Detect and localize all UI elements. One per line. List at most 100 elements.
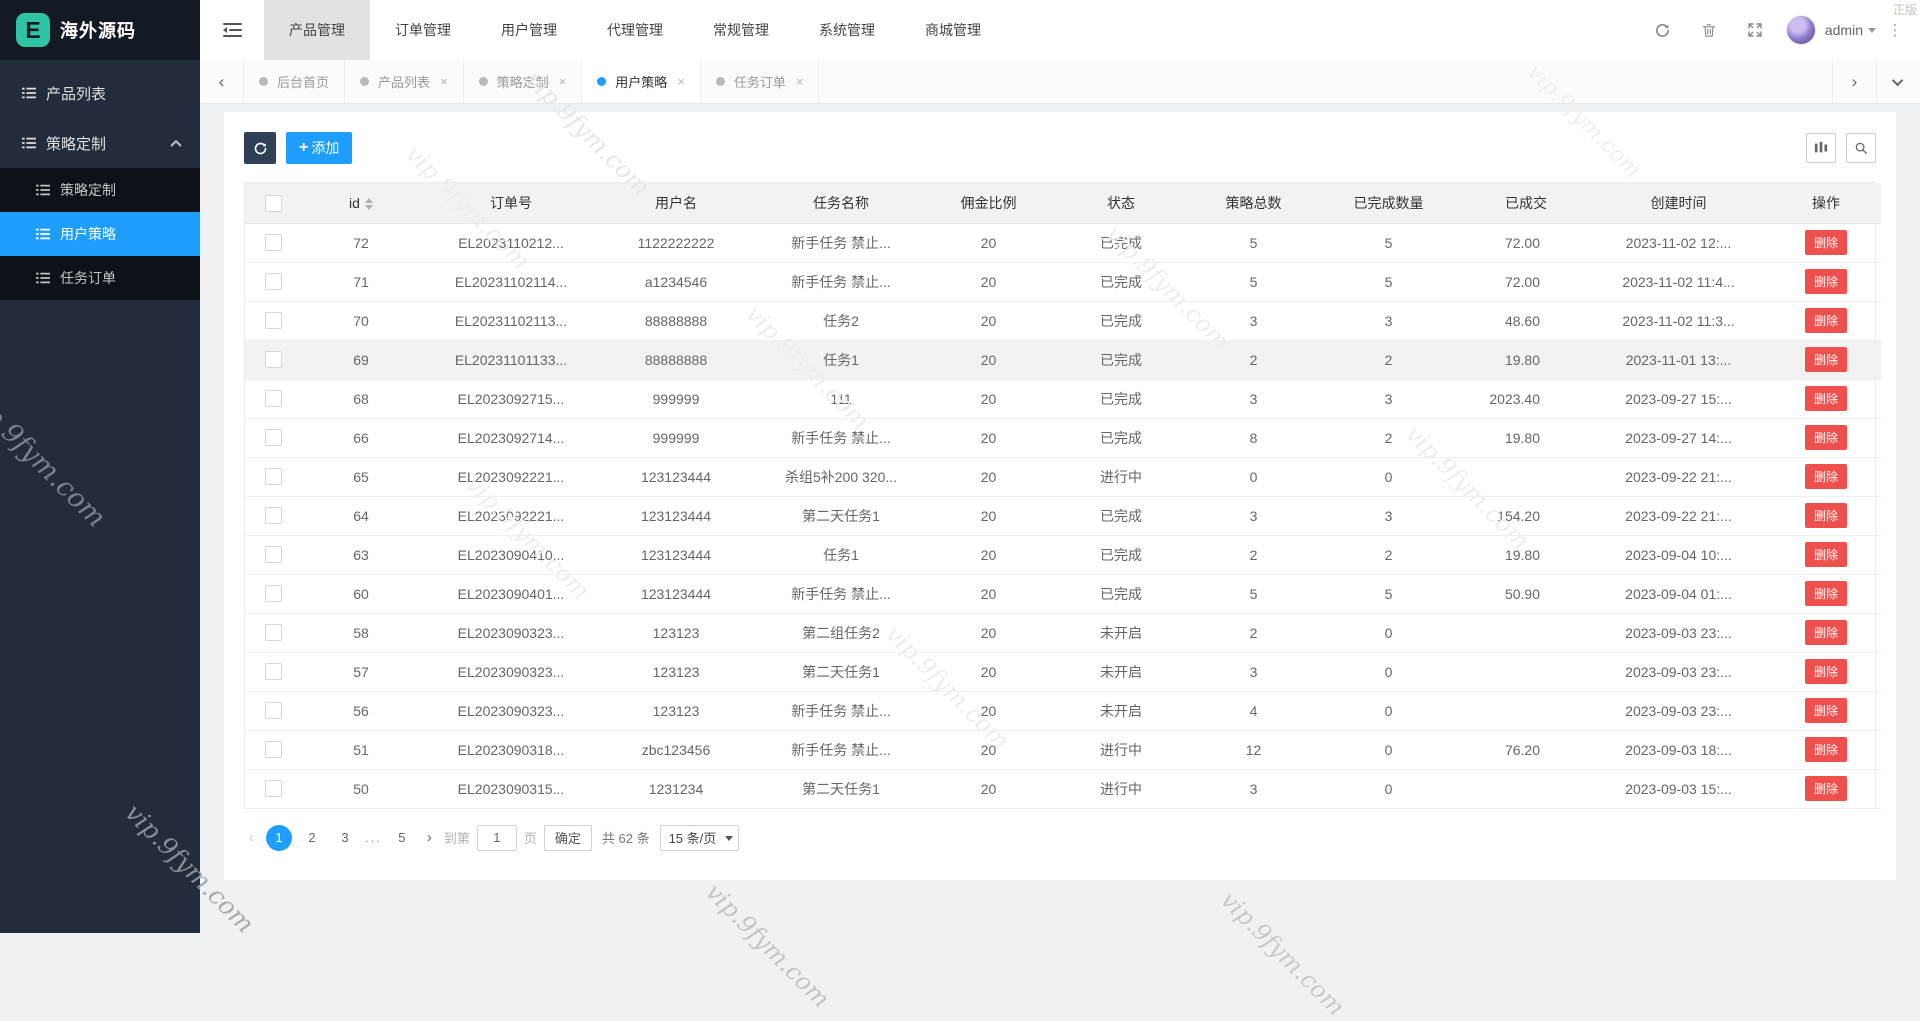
page-number-3[interactable]: 3	[332, 825, 358, 851]
refresh-icon[interactable]	[1640, 0, 1686, 60]
delete-button[interactable]: 删除	[1804, 542, 1847, 567]
row-checkbox[interactable]	[264, 546, 282, 564]
cell-action: 删除	[1771, 613, 1881, 653]
tab-dot-icon	[478, 77, 488, 86]
cell-username: a1234546	[601, 262, 751, 302]
topnav-item-常规管理[interactable]: 常规管理	[688, 0, 794, 60]
delete-button[interactable]: 删除	[1804, 776, 1847, 801]
delete-button[interactable]: 删除	[1804, 620, 1847, 645]
row-checkbox[interactable]	[264, 624, 282, 642]
row-checkbox[interactable]	[264, 468, 282, 486]
tabs-menu-icon[interactable]	[1876, 60, 1920, 103]
row-checkbox[interactable]	[264, 390, 282, 408]
page-number-2[interactable]: 2	[299, 825, 325, 851]
page-next-icon[interactable]: ›	[422, 829, 437, 846]
column-header-状态: 状态	[1046, 183, 1196, 224]
delete-button[interactable]: 删除	[1804, 464, 1847, 489]
page-prev-icon[interactable]: ‹	[244, 829, 259, 846]
logo-icon: E	[16, 13, 50, 47]
topnav-item-用户管理[interactable]: 用户管理	[476, 0, 582, 60]
delete-button[interactable]: 删除	[1804, 698, 1847, 723]
delete-button[interactable]: 删除	[1804, 230, 1847, 255]
sort-icon[interactable]	[364, 198, 373, 211]
tab-close-icon[interactable]: ×	[559, 74, 567, 89]
topnav-item-订单管理[interactable]: 订单管理	[370, 0, 476, 60]
sidebar-item-策略定制[interactable]: 策略定制	[0, 118, 200, 168]
add-button[interactable]: + 添加	[286, 132, 353, 164]
tab-label: 用户策略	[615, 75, 668, 90]
sidebar-item-产品列表[interactable]: 产品列表	[0, 68, 200, 118]
row-checkbox[interactable]	[264, 663, 282, 681]
row-checkbox[interactable]	[264, 585, 282, 603]
sidebar-item-策略定制[interactable]: 策略定制	[0, 168, 200, 212]
row-checkbox[interactable]	[264, 702, 282, 720]
table-row: 71 EL20231102114... a1234546 新手任务 禁止... 20 已完…	[245, 262, 1881, 302]
clear-cache-icon[interactable]	[1686, 0, 1732, 60]
cell-action: 删除	[1771, 223, 1881, 263]
user-dropdown[interactable]: admin	[1785, 15, 1876, 45]
row-checkbox[interactable]	[264, 351, 282, 369]
app-title: 海外源码	[60, 21, 136, 41]
column-header-id[interactable]: id	[301, 183, 421, 224]
fullscreen-icon[interactable]	[1732, 0, 1778, 60]
tab-close-icon[interactable]: ×	[440, 74, 448, 89]
cell-amount: 19.80	[1466, 535, 1586, 575]
tab-策略定制[interactable]: 策略定制 ×	[464, 60, 583, 103]
delete-button[interactable]: 删除	[1804, 659, 1847, 684]
sidebar-item-用户策略[interactable]: 用户策略	[0, 212, 200, 256]
page-size-select[interactable]: 15 条/页	[659, 824, 740, 851]
topnav-item-产品管理[interactable]: 产品管理	[264, 0, 370, 60]
row-checkbox[interactable]	[264, 234, 282, 252]
list-icon	[36, 271, 50, 285]
goto-page-input[interactable]	[476, 824, 517, 851]
row-checkbox[interactable]	[264, 429, 282, 447]
cell-task: 任务1	[751, 535, 931, 575]
delete-button[interactable]: 删除	[1804, 737, 1847, 762]
delete-button[interactable]: 删除	[1804, 269, 1847, 294]
cell-action: 删除	[1771, 457, 1881, 497]
delete-button[interactable]: 删除	[1804, 425, 1847, 450]
refresh-table-button[interactable]	[244, 132, 276, 164]
page-number-5[interactable]: 5	[389, 825, 415, 851]
delete-button[interactable]: 删除	[1804, 308, 1847, 333]
cell-total: 0	[1196, 457, 1311, 497]
table-row: 63 EL2023090410... 123123444 任务1 20 已完成 2 2 19.8…	[245, 535, 1881, 575]
row-checkbox[interactable]	[264, 741, 282, 759]
tab-用户策略[interactable]: 用户策略 ×	[582, 60, 701, 103]
tabs-scroll-right-icon[interactable]: ›	[1832, 60, 1876, 103]
delete-button[interactable]: 删除	[1804, 503, 1847, 528]
sidebar-item-任务订单[interactable]: 任务订单	[0, 256, 200, 300]
tab-任务订单[interactable]: 任务订单 ×	[701, 60, 820, 103]
topnav-item-代理管理[interactable]: 代理管理	[582, 0, 688, 60]
more-menu-icon[interactable]: ⋮	[1876, 21, 1914, 39]
page-number-1[interactable]: 1	[266, 824, 292, 851]
row-checkbox[interactable]	[264, 780, 282, 798]
delete-button[interactable]: 删除	[1804, 347, 1847, 372]
delete-button[interactable]: 删除	[1804, 581, 1847, 606]
select-all-checkbox[interactable]	[264, 194, 282, 212]
row-checkbox[interactable]	[264, 312, 282, 330]
topnav-item-商城管理[interactable]: 商城管理	[900, 0, 1006, 60]
toggle-columns-button[interactable]	[1806, 133, 1836, 163]
cell-done: 0	[1311, 730, 1466, 770]
goto-confirm-button[interactable]: 确定	[543, 824, 592, 851]
delete-button[interactable]: 删除	[1804, 386, 1847, 411]
row-checkbox[interactable]	[264, 507, 282, 525]
tabs-scroll-left-icon[interactable]: ‹	[200, 60, 244, 103]
cell-id: 58	[301, 613, 421, 653]
tab-产品列表[interactable]: 产品列表 ×	[345, 60, 464, 103]
column-header-佣金比例: 佣金比例	[931, 183, 1046, 224]
cell-username: 1231234	[601, 769, 751, 809]
row-select-cell	[245, 496, 301, 536]
cell-order_no: EL2023090323...	[421, 613, 601, 653]
tab-close-icon[interactable]: ×	[796, 74, 804, 89]
row-checkbox[interactable]	[264, 273, 282, 291]
tab-close-icon[interactable]: ×	[677, 74, 685, 89]
tab-后台首页[interactable]: 后台首页	[244, 60, 346, 103]
topnav-item-系统管理[interactable]: 系统管理	[794, 0, 900, 60]
cell-amount	[1466, 769, 1586, 809]
avatar[interactable]	[1785, 15, 1816, 45]
sidebar-collapse-icon[interactable]	[200, 0, 264, 60]
search-button[interactable]	[1846, 133, 1876, 163]
cell-order_no: EL2023090315...	[421, 769, 601, 809]
